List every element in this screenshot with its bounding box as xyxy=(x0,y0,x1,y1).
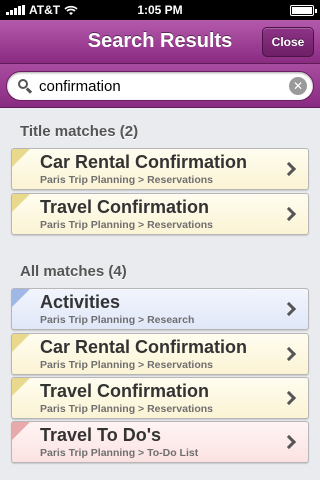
result-path: Paris Trip Planning > Research xyxy=(40,314,195,326)
chevron-right-icon xyxy=(281,390,297,406)
result-path: Paris Trip Planning > Reservations xyxy=(40,174,214,186)
search-input[interactable] xyxy=(39,74,289,98)
result-title: Travel Confirmation xyxy=(40,381,210,401)
note-tab-icon xyxy=(12,422,30,440)
note-tab-icon xyxy=(12,334,30,352)
result-path: Paris Trip Planning > Reservations xyxy=(40,403,214,415)
result-path: Paris Trip Planning > Reservations xyxy=(40,219,214,231)
battery-icon xyxy=(290,4,317,16)
carrier-label: AT&T xyxy=(29,3,61,17)
result-row[interactable]: Car Rental Confirmation Paris Trip Plann… xyxy=(11,148,309,190)
note-tab-icon xyxy=(12,194,30,212)
chevron-right-icon xyxy=(281,434,297,450)
wifi-icon xyxy=(64,5,78,15)
section-header-all-matches: All matches (4) xyxy=(20,263,127,280)
result-row[interactable]: Travel Confirmation Paris Trip Planning … xyxy=(11,193,309,235)
result-path: Paris Trip Planning > Reservations xyxy=(40,359,214,371)
result-row[interactable]: Car Rental Confirmation Paris Trip Plann… xyxy=(11,333,309,375)
section-header-title-matches: Title matches (2) xyxy=(20,123,139,140)
search-icon xyxy=(17,78,33,94)
search-bar: ✕ xyxy=(0,64,320,108)
result-title: Travel To Do's xyxy=(40,425,161,445)
result-row[interactable]: Activities Paris Trip Planning > Researc… xyxy=(11,288,309,330)
chevron-right-icon xyxy=(281,206,297,222)
result-title: Car Rental Confirmation xyxy=(40,152,248,172)
result-row[interactable]: Travel Confirmation Paris Trip Planning … xyxy=(11,377,309,419)
chevron-right-icon xyxy=(281,346,297,362)
chevron-right-icon xyxy=(281,161,297,177)
status-left: AT&T xyxy=(6,3,78,17)
note-tab-icon xyxy=(12,149,30,167)
result-title: Activities xyxy=(40,292,121,312)
note-tab-icon xyxy=(12,378,30,396)
result-title: Travel Confirmation xyxy=(40,197,210,217)
clear-icon[interactable]: ✕ xyxy=(289,77,307,95)
result-row[interactable]: Travel To Do's Paris Trip Planning > To-… xyxy=(11,421,309,463)
close-button[interactable]: Close xyxy=(262,27,314,57)
nav-bar: Search Results Close xyxy=(0,20,320,64)
page-title: Search Results xyxy=(87,30,233,52)
signal-bars-icon xyxy=(6,5,25,15)
result-title: Car Rental Confirmation xyxy=(40,337,248,357)
status-bar: AT&T 1:05 PM xyxy=(0,0,320,20)
note-tab-icon xyxy=(12,289,30,307)
result-path: Paris Trip Planning > To-Do List xyxy=(40,447,199,459)
chevron-right-icon xyxy=(281,301,297,317)
search-field[interactable]: ✕ xyxy=(6,71,314,101)
